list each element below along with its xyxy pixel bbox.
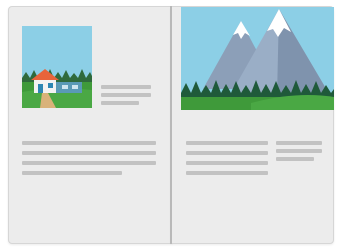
house-landscape-image (22, 26, 92, 108)
paragraph-line (186, 161, 268, 165)
caption-line (101, 93, 151, 97)
caption-line (276, 149, 322, 153)
right-page (171, 6, 334, 244)
caption-line (101, 85, 151, 89)
caption-line (101, 101, 139, 105)
paragraph-line (186, 151, 268, 155)
paragraph-line (186, 171, 268, 175)
caption-line (276, 141, 322, 145)
paragraph-line (22, 151, 156, 155)
paragraph-line (22, 161, 156, 165)
caption-line (276, 157, 314, 161)
paragraph-line (22, 171, 122, 175)
paragraph-line (186, 141, 268, 145)
mountain-landscape-image (181, 7, 334, 110)
left-page (8, 6, 172, 244)
open-book (8, 6, 334, 244)
paragraph-line (22, 141, 156, 145)
book-spine (170, 6, 172, 244)
